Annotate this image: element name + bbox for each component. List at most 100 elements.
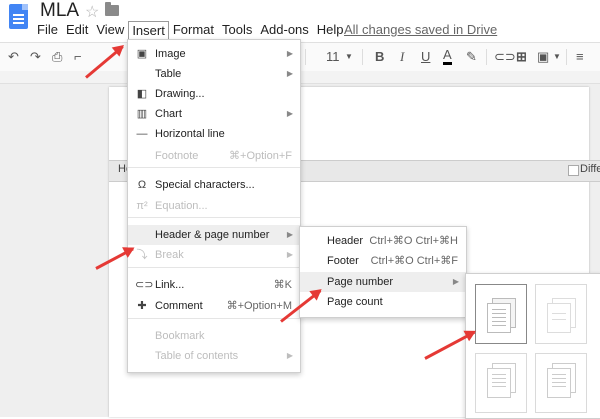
insert-menu-item[interactable]: ✚ Comment ⌘+Option+M <box>128 296 300 316</box>
submenu-arrow-icon: ▶ <box>286 230 293 239</box>
menu-shortcut: ⌘+Option+F <box>229 150 292 162</box>
image-icon: ▣ <box>136 48 148 60</box>
insert-menu-item-label: Link... <box>155 279 185 291</box>
insert-menu-item[interactable]: Header & page number ▶ <box>128 225 300 245</box>
menu-separator <box>128 318 300 319</box>
insert-menu-item-label: Image <box>155 48 186 60</box>
menu-tools[interactable]: Tools <box>218 21 256 39</box>
insert-menu-item[interactable]: ⊂⊃ Link... ⌘K <box>128 275 300 295</box>
submenu-arrow-icon: ▶ <box>286 351 293 360</box>
header-page-number-submenu: Header Ctrl+⌘O Ctrl+⌘H Footer Ctrl+⌘O Ctrl+… <box>299 226 467 318</box>
page-number-option-top-right-all[interactable] <box>475 284 527 344</box>
insert-menu-item-label: Header & page number <box>155 229 270 241</box>
align-left-icon[interactable]: ≡ <box>576 48 584 66</box>
header-submenu-item[interactable]: Page count <box>300 292 466 312</box>
comment-icon: ✚ <box>137 300 147 312</box>
menu-shortcut: Ctrl+⌘O Ctrl+⌘F <box>370 255 458 267</box>
italic-button[interactable]: I <box>400 48 404 66</box>
underline-button[interactable]: U <box>421 48 430 66</box>
insert-menu-dropdown: ▣ Image ▶ Table ▶ ◧ Drawing... ▥ Chart ▶ — Horizont… <box>127 39 301 373</box>
menu-edit[interactable]: Edit <box>62 21 92 39</box>
header-submenu-item-label: Footer <box>327 255 359 267</box>
docs-logo-icon[interactable] <box>9 4 28 29</box>
insert-menu-item[interactable]: ◧ Drawing... <box>128 84 300 104</box>
bold-button[interactable]: B <box>375 48 384 66</box>
omega-icon: Ω <box>137 179 147 191</box>
insert-menu-item-label: Special characters... <box>155 179 255 191</box>
toolbar-divider <box>486 49 487 65</box>
insert-menu-item-label: Footnote <box>155 150 199 162</box>
insert-menu-item-label: Break <box>155 249 184 261</box>
paint-format-icon[interactable]: ⌐ <box>74 48 82 66</box>
toolbar-divider <box>362 49 363 65</box>
header-submenu-item[interactable]: Page number ▶ <box>300 272 466 292</box>
menu-bar: File Edit View Insert Format Tools Add-o… <box>33 21 348 39</box>
pi-icon: π² <box>136 200 148 212</box>
print-icon[interactable]: ⎙ <box>52 48 62 66</box>
insert-menu-item-label: Chart <box>155 108 182 120</box>
header-submenu-item[interactable]: Header Ctrl+⌘O Ctrl+⌘H <box>300 231 466 251</box>
insert-menu-item-label: Horizontal line <box>155 128 225 140</box>
comment-add-icon[interactable]: ⊞ <box>516 48 527 66</box>
menu-file[interactable]: File <box>33 21 62 39</box>
page-number-style-submenu <box>465 273 600 419</box>
submenu-arrow-icon: ▶ <box>286 69 293 78</box>
insert-menu-item[interactable]: ▣ Image ▶ <box>128 44 300 64</box>
menu-view[interactable]: View <box>92 21 128 39</box>
insert-menu-item-label: Bookmark <box>155 330 205 342</box>
star-icon[interactable]: ☆ <box>85 2 99 22</box>
insert-menu-item[interactable]: Ω Special characters... <box>128 175 300 195</box>
highlight-icon[interactable]: ✎ <box>466 48 477 66</box>
page-number-option-bottom-right-skip-first[interactable] <box>535 353 587 413</box>
document-title[interactable]: MLA <box>40 0 79 22</box>
insert-menu-item[interactable]: — Horizontal line <box>128 124 300 144</box>
menu-separator <box>128 167 300 168</box>
insert-image-icon[interactable]: ▣ <box>537 48 549 66</box>
insert-menu-item[interactable]: ▥ Chart ▶ <box>128 104 300 124</box>
different-first-page-checkbox[interactable] <box>568 165 579 176</box>
insert-menu-item: Table of contents ▶ <box>128 346 300 366</box>
save-status-link[interactable]: All changes saved in Drive <box>344 22 497 37</box>
insert-menu-item: Bookmark <box>128 326 300 346</box>
page-number-option-bottom-right-all[interactable] <box>475 353 527 413</box>
toolbar-divider <box>305 49 306 65</box>
menu-separator <box>128 267 300 268</box>
undo-icon[interactable]: ↶ <box>8 48 19 66</box>
insert-menu-item: ⤵ Break ▶ <box>128 245 300 265</box>
menu-insert[interactable]: Insert <box>128 21 169 39</box>
menu-shortcut: Ctrl+⌘O Ctrl+⌘H <box>369 235 458 247</box>
insert-menu-item: Footnote ⌘+Option+F <box>128 146 300 166</box>
text-color-button[interactable]: A <box>443 48 452 65</box>
chart-icon: ▥ <box>136 108 148 120</box>
insert-menu-item-label: Table <box>155 68 182 80</box>
menu-format[interactable]: Format <box>169 21 218 39</box>
header-submenu-item-label: Header <box>327 235 364 247</box>
insert-menu-item-label: Comment <box>155 300 203 312</box>
chevron-down-icon[interactable]: ▼ <box>345 48 353 66</box>
drawing-icon: ◧ <box>136 88 148 100</box>
page-number-option-top-right-skip-first[interactable] <box>535 284 587 344</box>
menu-help[interactable]: Help <box>313 21 348 39</box>
chevron-down-icon[interactable]: ▼ <box>553 48 561 66</box>
insert-menu-item-label: Drawing... <box>155 88 205 100</box>
header-submenu-item-label: Page count <box>327 296 383 308</box>
link-icon[interactable]: ⊂⊃ <box>494 48 516 66</box>
header-submenu-item[interactable]: Footer Ctrl+⌘O Ctrl+⌘F <box>300 251 466 271</box>
insert-menu-item-label: Equation... <box>155 200 208 212</box>
horizontal-line-icon: — <box>136 128 148 140</box>
insert-menu-item[interactable]: Table ▶ <box>128 64 300 84</box>
menu-addons[interactable]: Add-ons <box>256 21 312 39</box>
submenu-arrow-icon: ▶ <box>286 49 293 58</box>
submenu-arrow-icon: ▶ <box>452 277 459 286</box>
insert-menu-item-label: Table of contents <box>155 350 239 362</box>
toolbar-divider <box>566 49 567 65</box>
menu-separator <box>128 217 300 218</box>
insert-menu-item: π² Equation... <box>128 196 300 216</box>
font-size-select[interactable]: 11 <box>326 48 340 66</box>
redo-icon[interactable]: ↷ <box>30 48 41 66</box>
folder-icon[interactable] <box>105 2 119 16</box>
page-break-icon: ⤵ <box>136 249 148 261</box>
different-first-page-label: Differ <box>580 163 600 175</box>
menu-shortcut: ⌘K <box>273 279 292 291</box>
submenu-arrow-icon: ▶ <box>286 250 293 259</box>
